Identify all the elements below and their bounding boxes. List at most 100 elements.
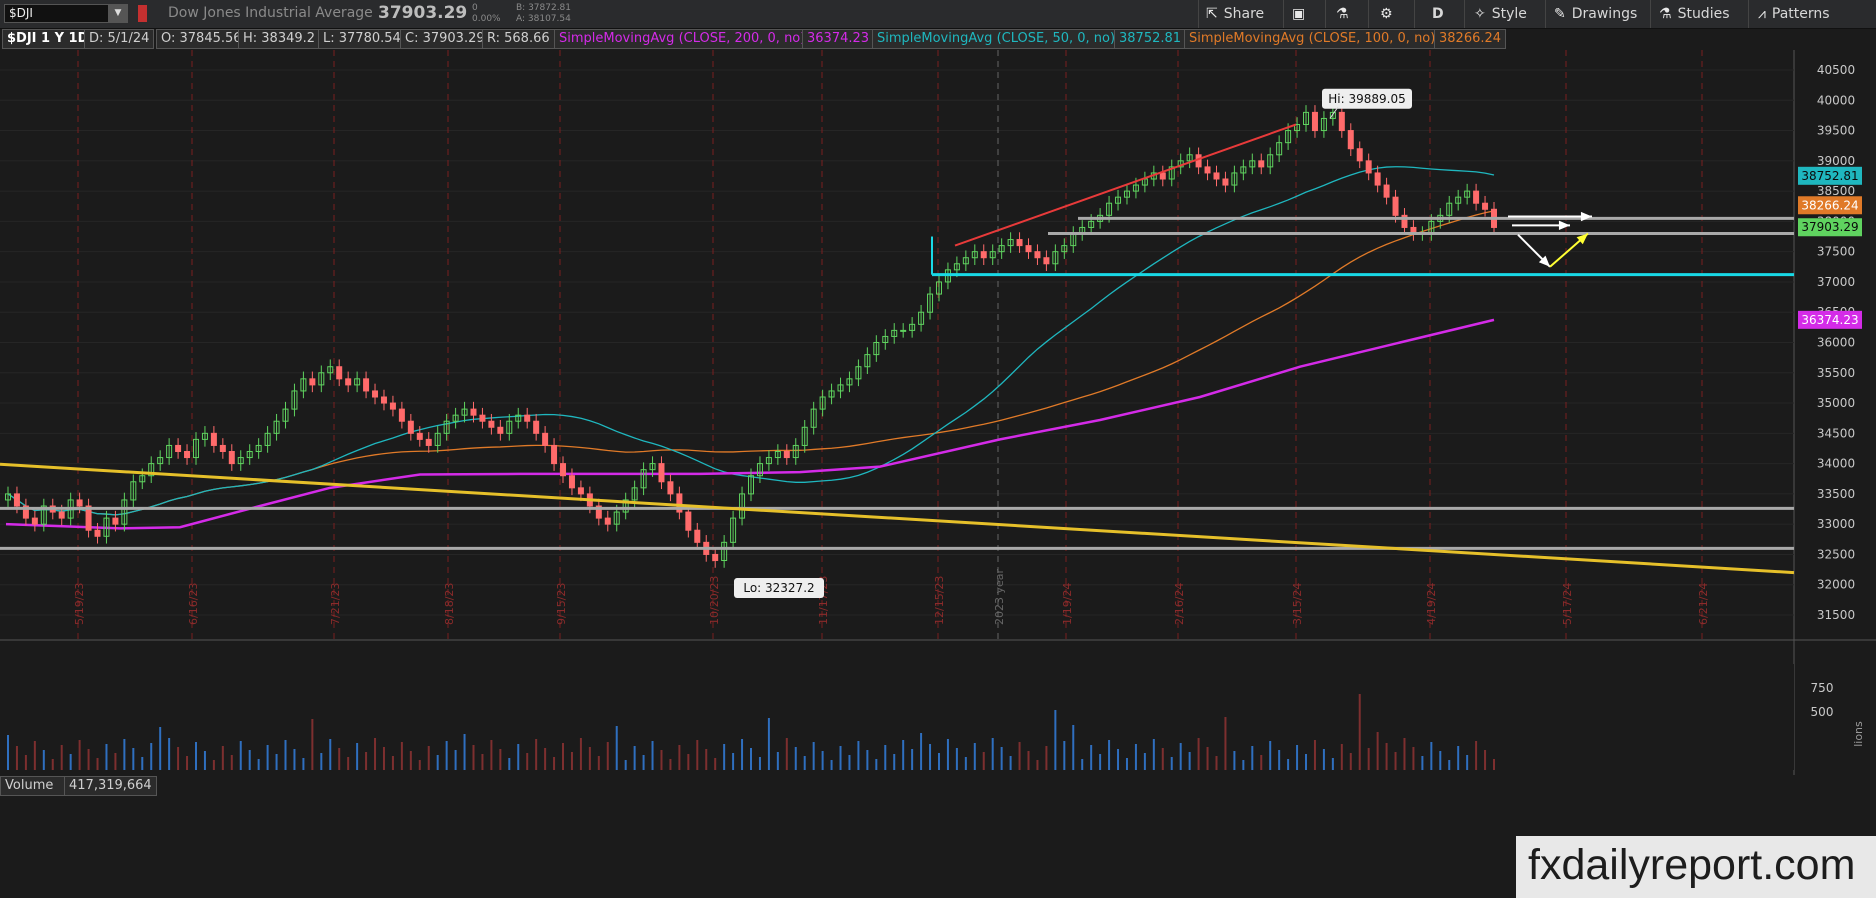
volume-pane <box>0 664 1794 770</box>
bid-price: B: 37872.81 <box>516 3 572 13</box>
price-tag-label: 38266.24 <box>1801 198 1858 212</box>
legend-high: H: 38349.2 <box>238 29 321 49</box>
candle-body <box>345 378 352 386</box>
gear-icon: ⚙ <box>1380 6 1393 22</box>
volume-axis-label: 500 <box>1811 705 1834 719</box>
candle-body <box>1222 178 1229 186</box>
sma50-value: 38752.81 <box>1114 29 1187 49</box>
candle-body <box>372 390 379 398</box>
snapshot-button[interactable]: ▣ <box>1292 0 1311 28</box>
sma200-value: 36374.23 <box>802 29 875 49</box>
price-axis-label: 32500 <box>1817 547 1855 561</box>
price-axis-label: 40000 <box>1817 93 1855 107</box>
candle-body <box>604 517 611 525</box>
candle-body <box>1016 239 1023 247</box>
price-axis-label: 33500 <box>1817 487 1855 501</box>
style-icon: ✧ <box>1474 6 1486 22</box>
candle-body <box>76 499 83 507</box>
price-axis-label: 39000 <box>1817 154 1855 168</box>
candle-body <box>58 511 65 519</box>
sma200-label: SimpleMovingAvg (CLOSE, 200, 0, no) <box>554 29 811 49</box>
expiry-label: 6/16/23 <box>187 583 200 625</box>
price-axis-label: 34500 <box>1817 426 1855 440</box>
legend-low: L: 37780.54 <box>318 29 406 49</box>
price-axis-label: 35500 <box>1817 366 1855 380</box>
candle-body <box>380 396 387 404</box>
candle-body <box>1374 172 1381 186</box>
candle-body <box>542 432 549 446</box>
candle-body <box>389 402 396 410</box>
watermark-logo: fxdailyreport.com <box>1516 836 1876 898</box>
legend-close: C: 37903.29 <box>400 29 490 49</box>
candle-body <box>667 481 674 495</box>
candle-body <box>783 451 790 459</box>
price-axis-label: 39500 <box>1817 124 1855 138</box>
candle-body <box>524 414 531 422</box>
legend-open: O: 37845.56 <box>156 29 247 49</box>
price-axis-label: 32000 <box>1817 578 1855 592</box>
flask-icon: ⚗ <box>1336 6 1349 22</box>
top-toolbar: $DJI ▼ Dow Jones Industrial Average 3790… <box>0 0 1876 29</box>
candle-body <box>175 444 182 453</box>
settings-button[interactable]: ⚙ <box>1380 0 1399 28</box>
expiry-label: 7/21/23 <box>329 583 342 625</box>
candle-body <box>1258 160 1265 168</box>
legend-range: R: 568.66 <box>482 29 555 49</box>
candle-body <box>1159 172 1166 180</box>
drawings-button[interactable]: ✎ Drawings <box>1554 0 1637 28</box>
expiry-label: 9/15/23 <box>555 583 568 625</box>
candle-body <box>712 553 719 562</box>
candle-body <box>658 463 665 483</box>
chevron-down-icon[interactable]: ▼ <box>108 4 128 23</box>
studies-button[interactable]: ⚗ Studies <box>1659 0 1730 28</box>
style-button[interactable]: ✧ Style <box>1474 0 1527 28</box>
price-chart[interactable]: 4050040000395003900038500380003750037000… <box>0 50 1876 794</box>
share-button[interactable]: ⇱ Share <box>1206 0 1264 28</box>
flask-button[interactable]: ⚗ <box>1336 0 1355 28</box>
volume-unit-label: lions <box>1852 721 1865 747</box>
candle-body <box>309 378 316 386</box>
candle-body <box>1204 166 1211 174</box>
expiry-label: 5/19/23 <box>73 583 86 625</box>
price-axis-label: 37500 <box>1817 245 1855 259</box>
expiry-label: 6/21/24 <box>1697 583 1710 625</box>
candle-body <box>1338 111 1345 132</box>
period-button[interactable]: D <box>1432 0 1444 28</box>
expiry-label: 4/19/24 <box>1425 583 1438 625</box>
candle-body <box>219 444 226 453</box>
candle-body <box>31 517 38 525</box>
candle-body <box>112 517 119 525</box>
chart-title: $DJI 1 Y 1D <box>2 29 94 49</box>
candle-body <box>551 444 558 465</box>
expiry-label: 10/20/23 <box>708 576 721 625</box>
patterns-icon: ⩘ <box>1758 6 1766 22</box>
candle-body <box>210 432 217 446</box>
candle-body <box>1473 190 1480 204</box>
candle-body <box>685 511 692 531</box>
candle-body <box>488 420 495 428</box>
candle-body <box>980 251 987 259</box>
candle-body <box>1195 154 1202 168</box>
candle-body <box>1043 257 1050 265</box>
candle-body <box>13 493 20 507</box>
candle-body <box>1034 251 1041 259</box>
candle-body <box>1383 184 1390 198</box>
price-axis-label: 34000 <box>1817 457 1855 471</box>
price-axis-label: 38500 <box>1817 184 1855 198</box>
price-axis-label: 36000 <box>1817 336 1855 350</box>
candle-body <box>1347 130 1354 150</box>
volume-value: 417,319,664 <box>64 776 157 796</box>
symbol-flag-icon <box>138 5 147 22</box>
candle-body <box>1482 202 1489 210</box>
candle-body <box>228 451 235 465</box>
share-icon: ⇱ <box>1206 6 1218 22</box>
candle-body <box>470 408 477 416</box>
expiry-label: 12/15/23 <box>933 576 946 625</box>
candle-body <box>1025 245 1032 253</box>
price-axis-label: 37000 <box>1817 275 1855 289</box>
chart-area[interactable]: 4050040000395003900038500380003750037000… <box>0 50 1876 794</box>
low-annotation: Lo: 32327.2 <box>743 581 814 595</box>
price-tag-label: 36374.23 <box>1801 313 1858 327</box>
candle-body <box>184 451 191 459</box>
patterns-button[interactable]: ⩘ Patterns <box>1758 0 1830 28</box>
